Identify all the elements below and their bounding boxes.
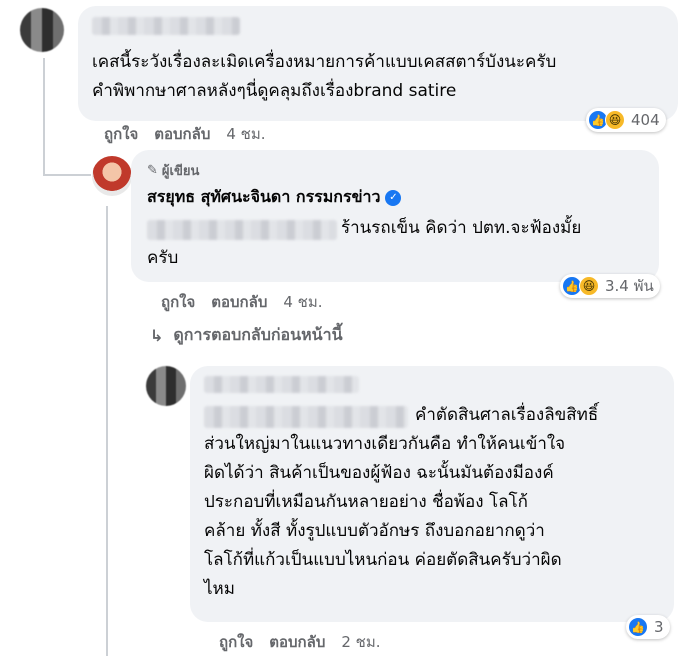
- reaction-count: 3: [654, 618, 664, 636]
- tagged-name-blurred[interactable]: [147, 220, 337, 240]
- timestamp[interactable]: 2 ชม.: [341, 630, 380, 654]
- reaction-summary[interactable]: 👍 3: [626, 615, 670, 639]
- comment-actions: ถูกใจ ตอบกลับ 2 ชม.: [219, 630, 381, 654]
- commenter-name-blurred[interactable]: [92, 17, 240, 35]
- comment-actions: ถูกใจ ตอบกลับ 4 ชม.: [161, 290, 323, 314]
- haha-reaction-icon: 😆: [605, 110, 625, 130]
- comment-text-line1: คำตัดสินศาลเรื่องลิขสิทธิ์: [415, 405, 599, 425]
- like-button[interactable]: ถูกใจ: [219, 630, 253, 654]
- author-comment-bubble: ✎ ผู้เขียน สรยุทธ สุทัศนะจินดา กรรมกรข่า…: [131, 150, 659, 282]
- comment-text-line1: ร้านรถเข็น คิดว่า ปตท.จะฟ้องมั้ย: [341, 218, 582, 238]
- comment-text: ส่วนใหญ่มาในแนวทางเดียวกันคือ ทำให้คนเข้…: [204, 434, 566, 599]
- reply-button[interactable]: ตอบกลับ: [269, 630, 325, 654]
- verified-badge-icon: ✓: [385, 189, 402, 206]
- comment-bubble: เคสนี้ระวังเรื่องละเมิดเครื่องหมายการค้า…: [78, 6, 678, 121]
- author-name[interactable]: สรยุทธ สุทัศนะจินดา กรรมกรข่าว ✓: [147, 185, 402, 210]
- reaction-summary[interactable]: 👍 😆 3.4 พัน: [560, 274, 660, 298]
- commenter-avatar[interactable]: [20, 8, 64, 52]
- reaction-summary[interactable]: 👍 😆 404: [586, 108, 666, 132]
- comment-text: เคสนี้ระวังเรื่องละเมิดเครื่องหมายการค้า…: [92, 52, 557, 101]
- haha-reaction-icon: 😆: [579, 276, 599, 296]
- pencil-icon: ✎: [147, 163, 158, 178]
- reaction-count: 3.4 พัน: [605, 277, 654, 295]
- comment-text-line2: ครับ: [147, 248, 179, 268]
- like-reaction-icon: 👍: [628, 617, 648, 637]
- comment-bubble: คำตัดสินศาลเรื่องลิขสิทธิ์ ส่วนใหญ่มาในแ…: [190, 366, 674, 622]
- reply-button[interactable]: ตอบกลับ: [154, 122, 210, 146]
- tagged-name-blurred[interactable]: [204, 406, 408, 428]
- reply-arrow-icon: ↳: [150, 326, 164, 345]
- thread-line: [43, 174, 91, 176]
- thread-line: [43, 58, 45, 176]
- commenter-avatar[interactable]: [146, 366, 186, 406]
- commenter-name-blurred[interactable]: [204, 376, 359, 393]
- like-button[interactable]: ถูกใจ: [104, 122, 138, 146]
- author-avatar[interactable]: [92, 156, 132, 196]
- like-button[interactable]: ถูกใจ: [161, 290, 195, 314]
- view-previous-replies[interactable]: ↳ ดูการตอบกลับก่อนหน้านี้: [150, 323, 343, 348]
- thread-line: [106, 206, 108, 656]
- timestamp[interactable]: 4 ชม.: [226, 122, 265, 146]
- reaction-count: 404: [631, 111, 660, 129]
- comment-actions: ถูกใจ ตอบกลับ 4 ชม.: [104, 122, 266, 146]
- timestamp[interactable]: 4 ชม.: [283, 290, 322, 314]
- reply-button[interactable]: ตอบกลับ: [211, 290, 267, 314]
- author-badge: ✎ ผู้เขียน: [147, 163, 200, 179]
